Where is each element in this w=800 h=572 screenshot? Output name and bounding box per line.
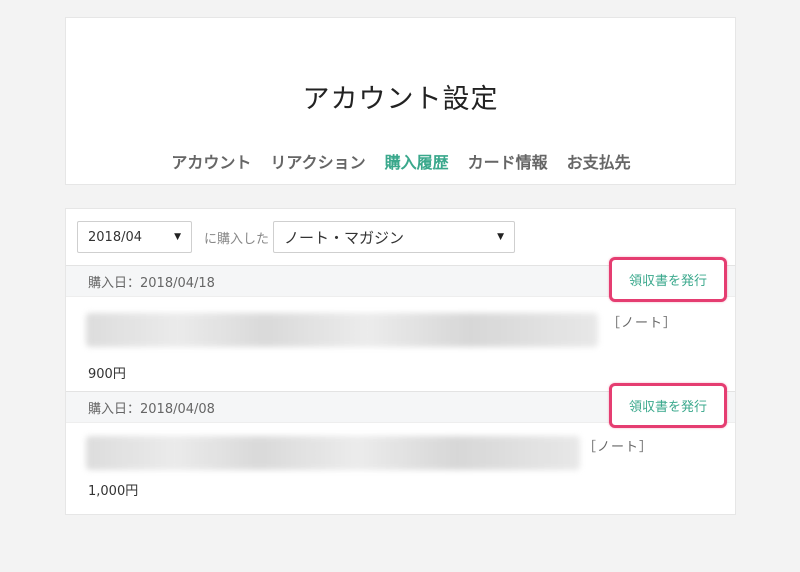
- tab-reactions[interactable]: リアクション: [269, 149, 365, 173]
- tab-card-info[interactable]: カード情報: [467, 149, 548, 173]
- purchase-item: ［ノート］ 900円: [66, 298, 735, 390]
- tab-purchase-history[interactable]: 購入履歴: [384, 149, 449, 173]
- tab-account[interactable]: アカウント: [170, 149, 251, 173]
- item-type-tag: ［ノート］: [583, 440, 654, 455]
- page-title: アカウント設定: [302, 84, 499, 115]
- month-select-value: 2018/04: [88, 229, 143, 245]
- settings-tabs: アカウント リアクション 購入履歴 カード情報 お支払先: [66, 149, 735, 173]
- purchase-date: 購入日：2018/04/18: [88, 275, 215, 291]
- purchase-date-header: 購入日：2018/04/18 領収書を発行: [66, 257, 735, 302]
- blurred-item-title[interactable]: [86, 313, 598, 347]
- header-card: アカウント設定 アカウント リアクション 購入履歴 カード情報 お支払先: [65, 17, 736, 185]
- dropdown-caret-icon: ▼: [174, 232, 181, 242]
- issue-receipt-button[interactable]: 領収書を発行: [609, 383, 727, 428]
- content-type-select-value: ノート・マガジン: [284, 228, 405, 247]
- item-price: 1,000円: [88, 484, 139, 499]
- tab-payee[interactable]: お支払先: [566, 149, 631, 173]
- filter-bar: 2018/04 ▼ に購入した ノート・マガジン ▼: [77, 221, 516, 253]
- purchase-date: 購入日：2018/04/08: [88, 401, 215, 417]
- item-price: 900円: [88, 367, 126, 382]
- filter-connector-text: に購入した: [204, 231, 270, 247]
- purchase-history-card: 2018/04 ▼ に購入した ノート・マガジン ▼ 購入日：2018/04/1…: [65, 208, 736, 515]
- content-type-select[interactable]: ノート・マガジン ▼: [273, 221, 516, 253]
- item-type-tag: ［ノート］: [607, 316, 678, 331]
- issue-receipt-button[interactable]: 領収書を発行: [609, 257, 727, 302]
- blurred-item-title[interactable]: [86, 436, 580, 470]
- dropdown-caret-icon: ▼: [497, 232, 505, 242]
- purchase-date-header: 購入日：2018/04/08 領収書を発行: [66, 383, 735, 428]
- purchase-item: ［ノート］ 1,000円: [66, 424, 735, 516]
- month-select[interactable]: 2018/04 ▼: [77, 221, 192, 253]
